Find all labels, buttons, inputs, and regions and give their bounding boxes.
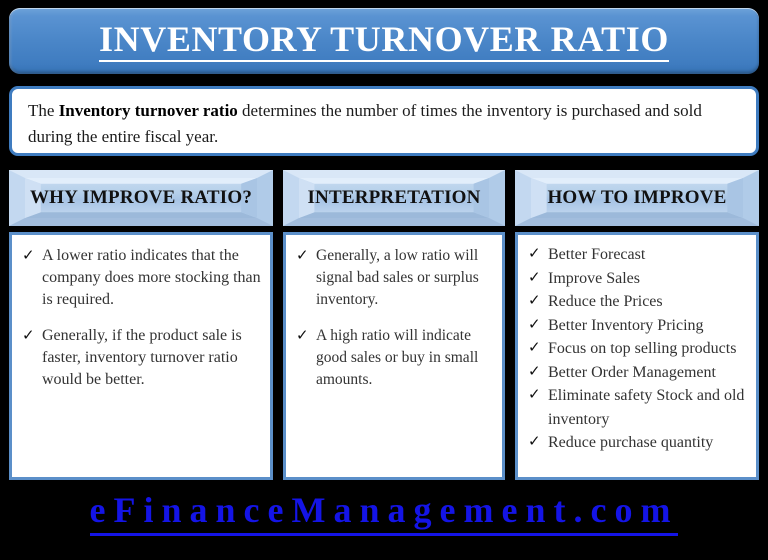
column-header-label: HOW TO IMPROVE	[547, 187, 727, 208]
column-header-how-to-improve[interactable]: HOW TO IMPROVE	[515, 170, 759, 226]
bullet-list: ✓ Generally, a low ratio will signal bad…	[286, 235, 502, 391]
description-text: The Inventory turnover ratio determines …	[28, 98, 742, 150]
checkmark-icon: ✓	[528, 363, 541, 380]
list-item: ✓ A lower ratio indicates that the compa…	[20, 245, 264, 311]
list-item-text: Focus on top selling products	[548, 340, 737, 357]
list-item-text: A lower ratio indicates that the company…	[42, 247, 261, 308]
column-header-interpretation[interactable]: INTERPRETATION	[283, 170, 505, 226]
list-item: ✓ Improve Sales	[526, 267, 750, 291]
content-box-how-to-improve: ✓ Better Forecast ✓ Improve Sales ✓ Redu…	[515, 232, 759, 480]
content-box-interpretation: ✓ Generally, a low ratio will signal bad…	[283, 232, 505, 480]
list-item-text: Reduce purchase quantity	[548, 434, 714, 451]
checkmark-icon: ✓	[296, 248, 309, 264]
list-item: ✓ Focus on top selling products	[526, 337, 750, 361]
list-item: ✓ Generally, if the product sale is fast…	[20, 325, 264, 391]
list-item-text: Better Order Management	[548, 363, 716, 381]
checkmark-icon: ✓	[22, 328, 35, 344]
brand-wordmark[interactable]: eFinanceManagement.com	[89, 488, 679, 536]
list-item-text: Generally, if the product sale is faster…	[42, 327, 242, 388]
column-header-label: INTERPRETATION	[307, 187, 481, 208]
content-box-why-improve-ratio: ✓ A lower ratio indicates that the compa…	[9, 232, 273, 480]
infographic-canvas: INVENTORY TURNOVER RATIO The Inventory t…	[0, 0, 768, 560]
checkmark-icon: ✓	[528, 387, 541, 403]
title-banner: INVENTORY TURNOVER RATIO	[9, 8, 759, 74]
column-header-why-improve-ratio[interactable]: WHY IMPROVE RATIO?	[9, 170, 273, 226]
list-item-text: Improve Sales	[548, 269, 640, 287]
checkmark-icon: ✓	[528, 434, 541, 450]
checkmark-icon: ✓	[528, 316, 541, 333]
list-item: ✓ Reduce the Prices	[526, 290, 750, 314]
page-title: INVENTORY TURNOVER RATIO	[99, 21, 669, 62]
list-item-text: A high ratio will indicate good sales or…	[316, 327, 479, 388]
list-item: ✓ Better Forecast	[526, 243, 750, 267]
column-header-face: WHY IMPROVE RATIO?	[25, 178, 257, 218]
list-item: ✓ Better Order Management	[526, 361, 750, 385]
description-emphasis: Inventory turnover ratio	[58, 101, 238, 120]
list-item: ✓ Generally, a low ratio will signal bad…	[294, 245, 496, 311]
list-item-text: Generally, a low ratio will signal bad s…	[316, 247, 479, 308]
column-header-face: HOW TO IMPROVE	[531, 178, 743, 218]
list-item-text: Eliminate safety Stock and old inventory	[548, 387, 745, 428]
checkmark-icon: ✓	[528, 293, 541, 309]
bullet-list: ✓ A lower ratio indicates that the compa…	[12, 235, 270, 391]
list-item: ✓ Reduce purchase quantity	[526, 431, 750, 455]
list-item-text: Reduce the Prices	[548, 293, 663, 310]
description-box: The Inventory turnover ratio determines …	[9, 86, 759, 156]
list-item: ✓ Eliminate safety Stock and old invento…	[526, 384, 750, 431]
footer: eFinanceManagement.com	[0, 484, 768, 560]
checkmark-icon: ✓	[528, 340, 541, 356]
checkmark-icon: ✓	[528, 246, 541, 262]
checkmark-icon: ✓	[296, 328, 309, 344]
list-item-text: Better Forecast	[548, 246, 646, 263]
bullet-list: ✓ Better Forecast ✓ Improve Sales ✓ Redu…	[518, 235, 756, 455]
list-item: ✓ Better Inventory Pricing	[526, 314, 750, 338]
description-lead: The	[28, 101, 59, 120]
column-header-face: INTERPRETATION	[299, 178, 489, 218]
list-item: ✓ A high ratio will indicate good sales …	[294, 325, 496, 391]
checkmark-icon: ✓	[528, 269, 541, 286]
checkmark-icon: ✓	[22, 248, 35, 264]
column-header-label: WHY IMPROVE RATIO?	[29, 187, 253, 208]
list-item-text: Better Inventory Pricing	[548, 316, 704, 334]
